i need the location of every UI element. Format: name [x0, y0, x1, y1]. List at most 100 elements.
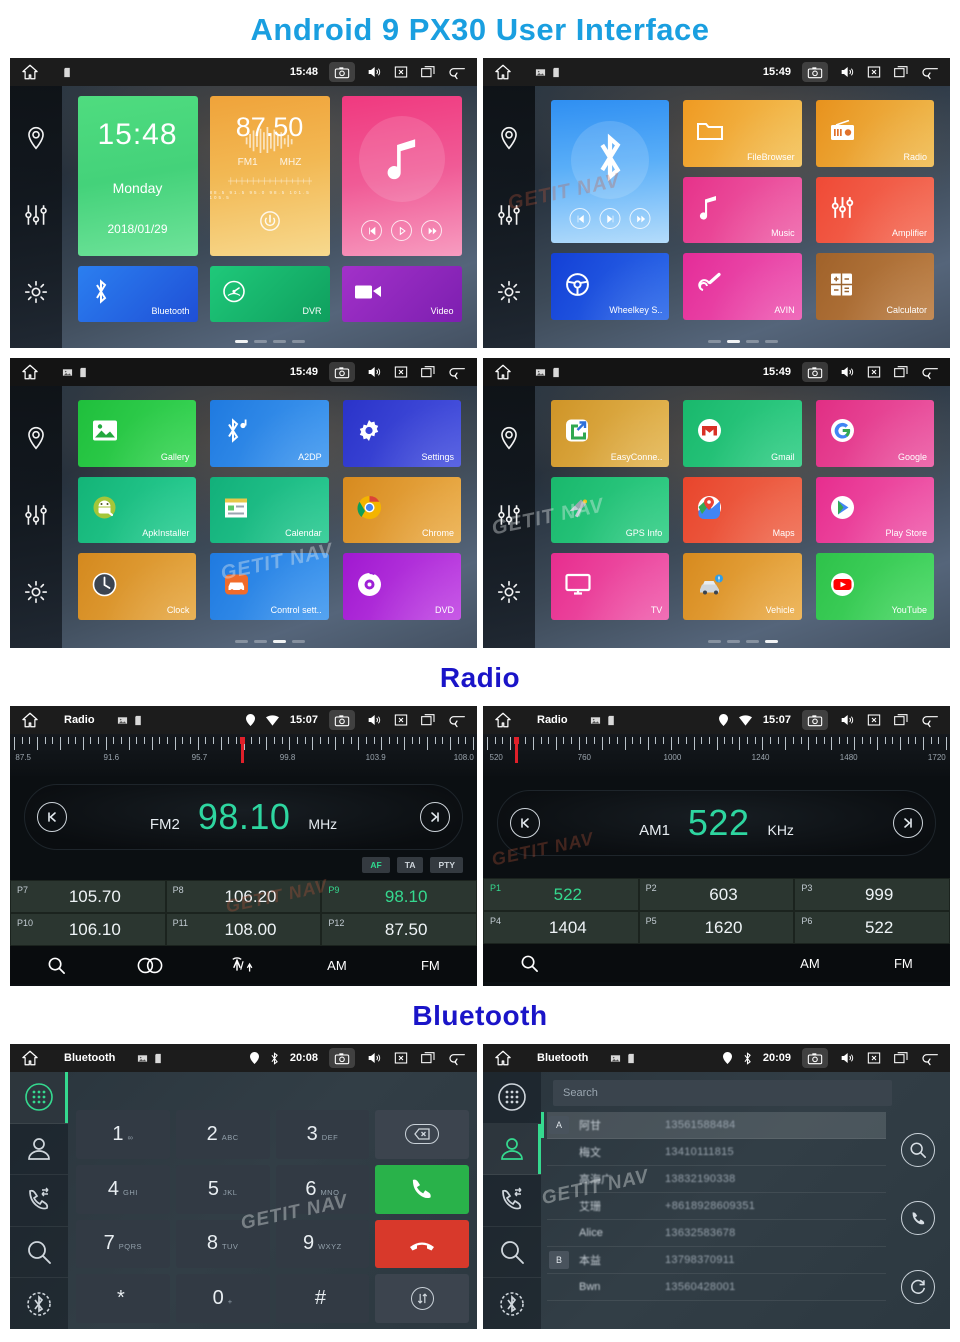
page-dot[interactable]	[272, 340, 286, 343]
page-dot[interactable]	[291, 640, 305, 643]
page-dot[interactable]	[745, 340, 759, 343]
seek-down-button[interactable]	[37, 802, 67, 832]
frequency-scale[interactable]: 87.5 91.6 95.7 99.8 103.9 108.0	[10, 734, 477, 776]
play-pause-button[interactable]	[599, 208, 621, 230]
search-input[interactable]: Search	[553, 1080, 892, 1106]
sidebar-item-search[interactable]	[10, 1227, 68, 1279]
gear-icon[interactable]	[23, 579, 49, 605]
sync-contacts-button[interactable]	[901, 1269, 935, 1304]
app-wheelkey[interactable]: Wheelkey S..	[551, 253, 670, 320]
home-icon[interactable]	[20, 711, 40, 729]
app-control-settings[interactable]: Control sett..	[210, 553, 329, 620]
scan-button[interactable]	[10, 956, 103, 975]
app-easyconnect[interactable]: EasyConne..	[551, 400, 670, 467]
equalizer-icon[interactable]	[496, 202, 522, 228]
volume-icon[interactable]	[366, 712, 382, 728]
recent-apps-icon[interactable]	[420, 364, 436, 380]
contact-row[interactable]: 艾珊 +8618928609351	[547, 1193, 886, 1220]
app-clock[interactable]: Clock	[78, 553, 197, 620]
contact-row[interactable]: 高海广 13832190338	[547, 1166, 886, 1193]
dial-backspace-button[interactable]	[375, 1110, 469, 1159]
close-app-icon[interactable]	[866, 1050, 882, 1066]
volume-icon[interactable]	[839, 364, 855, 380]
tile-video[interactable]: Video	[341, 266, 462, 322]
app-chrome[interactable]: Chrome	[342, 476, 461, 544]
app-amplifier[interactable]: Amplifier	[815, 176, 934, 244]
page-dot[interactable]	[764, 340, 778, 343]
preset-button[interactable]: P9 98.10	[321, 880, 477, 913]
app-radio[interactable]: Radio	[815, 100, 934, 167]
navigation-pin-icon[interactable]	[23, 125, 49, 151]
close-app-icon[interactable]	[393, 364, 409, 380]
close-app-icon[interactable]	[393, 64, 409, 80]
preset-button[interactable]: P6 522	[794, 911, 950, 944]
sidebar-item-bluetooth-settings[interactable]	[483, 1278, 541, 1329]
local-dx-button[interactable]	[197, 955, 290, 975]
dial-call-button[interactable]	[375, 1164, 469, 1214]
app-dvd[interactable]: DVD	[342, 553, 461, 620]
preset-button[interactable]: P8 106.20	[165, 880, 322, 913]
page-dot[interactable]	[234, 340, 248, 343]
page-dot[interactable]	[726, 640, 740, 643]
stereo-button[interactable]	[103, 957, 196, 974]
app-calendar[interactable]: Calendar	[210, 476, 329, 544]
volume-icon[interactable]	[839, 1050, 855, 1066]
screenshot-button[interactable]	[802, 710, 828, 730]
back-icon[interactable]	[920, 712, 940, 728]
contact-row[interactable]: 梅文 13410111815	[547, 1139, 886, 1166]
sidebar-item-call-history[interactable]	[10, 1175, 68, 1227]
tile-bluetooth[interactable]: Bluetooth	[77, 266, 198, 322]
close-app-icon[interactable]	[393, 712, 409, 728]
app-calculator[interactable]: Calculator	[815, 253, 934, 320]
dial-key-4[interactable]: 4 GHI	[76, 1164, 170, 1214]
sidebar-item-dialpad[interactable]	[10, 1072, 68, 1124]
af-button[interactable]: AF	[362, 857, 390, 873]
preset-button[interactable]: P11 108.00	[165, 913, 322, 946]
close-app-icon[interactable]	[866, 364, 882, 380]
home-icon[interactable]	[20, 363, 40, 381]
navigation-pin-icon[interactable]	[496, 125, 522, 151]
scan-button[interactable]	[483, 954, 576, 973]
tile-dvr[interactable]: DVR	[209, 266, 330, 322]
play-button[interactable]	[391, 220, 412, 241]
preset-button[interactable]: P3 999	[794, 878, 950, 911]
fm-button[interactable]: FM	[384, 958, 477, 973]
contact-row[interactable]: Bwn 13560428001	[547, 1274, 886, 1301]
preset-button[interactable]: P10 106.10	[10, 913, 166, 946]
app-settings[interactable]: Settings	[342, 400, 461, 467]
app-google[interactable]: Google	[815, 400, 934, 467]
dial-key-2[interactable]: 2 ABC	[175, 1110, 270, 1159]
recent-apps-icon[interactable]	[893, 364, 909, 380]
back-icon[interactable]	[920, 364, 940, 380]
equalizer-icon[interactable]	[496, 502, 522, 528]
contact-row[interactable]: B 本益 13798370911	[547, 1247, 886, 1274]
clock-widget[interactable]: 15:48 Monday 2018/01/29	[77, 96, 198, 256]
preset-button[interactable]: P4 1404	[483, 911, 639, 944]
volume-icon[interactable]	[839, 712, 855, 728]
sidebar-item-contacts[interactable]	[10, 1124, 68, 1176]
app-gallery[interactable]: Gallery	[78, 400, 197, 467]
am-button[interactable]: AM	[763, 956, 856, 971]
app-filebrowser[interactable]: FileBrowser	[683, 100, 802, 167]
dial-end-call-button[interactable]	[375, 1219, 469, 1269]
back-icon[interactable]	[447, 712, 467, 728]
app-youtube[interactable]: YouTube	[815, 553, 934, 620]
home-icon[interactable]	[20, 1049, 40, 1067]
app-vehicle[interactable]: Vehicle	[683, 553, 802, 620]
frequency-scale[interactable]: 520 760 1000 1240 1480 1720	[483, 734, 950, 776]
back-icon[interactable]	[447, 1050, 467, 1066]
dial-key-8[interactable]: 8 TUV	[175, 1219, 270, 1269]
preset-button[interactable]: P1 522	[483, 878, 639, 911]
sidebar-item-dialpad[interactable]	[483, 1072, 541, 1124]
preset-button[interactable]: P2 603	[638, 878, 795, 911]
search-contacts-button[interactable]	[901, 1133, 935, 1168]
page-dot[interactable]	[707, 340, 721, 343]
page-dot[interactable]	[291, 340, 305, 343]
home-icon[interactable]	[493, 63, 513, 81]
navigation-pin-icon[interactable]	[496, 425, 522, 451]
seek-down-button[interactable]	[510, 808, 540, 838]
page-dot[interactable]	[707, 640, 721, 643]
recent-apps-icon[interactable]	[420, 1050, 436, 1066]
recent-apps-icon[interactable]	[893, 64, 909, 80]
app-music[interactable]: Music	[683, 176, 802, 244]
